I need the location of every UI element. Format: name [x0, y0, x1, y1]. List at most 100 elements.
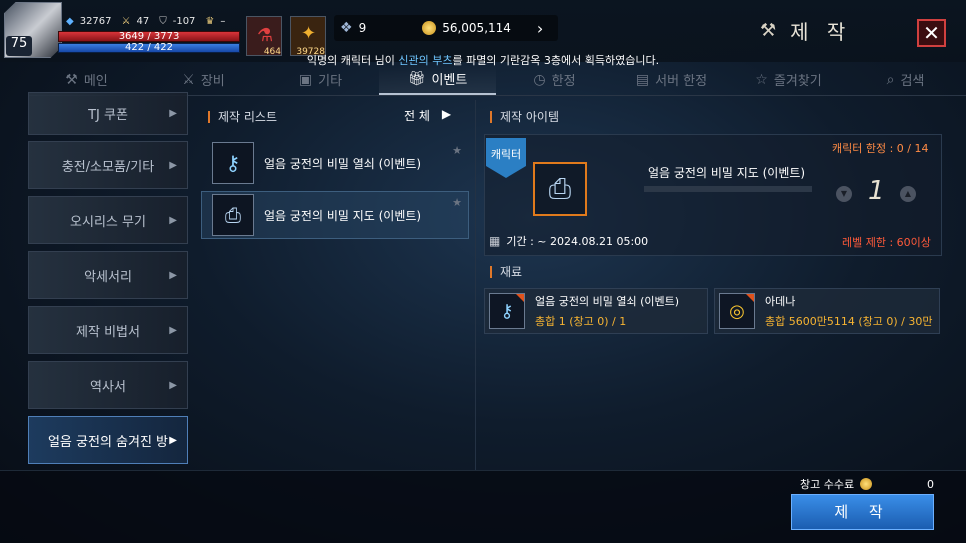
- sidebar-item-accessory[interactable]: 악세서리 ▶: [28, 251, 188, 299]
- craft-item-title: 제작 아이템: [500, 110, 560, 124]
- play-arrow-icon: ▶: [441, 107, 452, 121]
- material-info: 아데나 총합 5600만5114 (창고 0) / 30만: [765, 293, 932, 329]
- material-name: 아데나: [765, 295, 796, 308]
- tab-favorites[interactable]: ☆ 즐겨찾기: [730, 65, 847, 95]
- tab-event[interactable]: 🎁︎ 이벤트: [379, 64, 496, 95]
- tab-etc[interactable]: ▣ 기타: [262, 65, 379, 95]
- craft-item-name: 얼음 궁전의 비밀 지도 (이벤트): [648, 166, 806, 180]
- swords-icon: ⚔: [182, 71, 195, 88]
- server-icon: ▤: [635, 71, 650, 88]
- favorite-star-icon[interactable]: ★: [452, 196, 462, 209]
- chevron-right-icon: ▶: [169, 379, 177, 391]
- sidebar-item-ice-palace-room[interactable]: 얼음 궁전의 숨겨진 방 ▶: [28, 416, 188, 464]
- list-item-name: 얼음 궁전의 비밀 열쇠 (이벤트): [264, 156, 422, 171]
- tab-label: 장비: [200, 74, 225, 89]
- section-marker: [490, 110, 492, 123]
- period-text: 기간 : ~ 2024.08.21 05:00: [506, 235, 649, 248]
- progress-track: [644, 186, 812, 192]
- trophy-icon: ♛: [205, 15, 215, 27]
- filter-label: 전 체: [404, 109, 430, 123]
- potion-icon: ⚗: [257, 25, 274, 46]
- decrease-button[interactable]: ▼: [836, 186, 852, 202]
- list-item-selected[interactable]: ⎙ 얼음 궁전의 비밀 지도 (이벤트) ★: [201, 191, 469, 239]
- panel-divider: [475, 100, 476, 470]
- sidebar-item-tj-coupon[interactable]: TJ 쿠폰 ▶: [28, 92, 188, 135]
- chevron-right-icon[interactable]: ›: [537, 19, 543, 38]
- material-info: 얼음 궁전의 비밀 열쇠 (이벤트) 총합 1 (창고 0) / 1: [535, 293, 679, 329]
- combat-power-value: 32767: [79, 15, 112, 27]
- storage-fee-label: 창고 수수료: [800, 478, 855, 491]
- flame-icon: ✦: [301, 23, 317, 44]
- key-icon: ⚷: [489, 293, 525, 329]
- anvil-icon: ⚒: [65, 71, 78, 88]
- sidebar-label: 얼음 궁전의 숨겨진 방: [47, 434, 169, 450]
- tab-server-limited[interactable]: ▤ 서버 한정: [613, 65, 730, 95]
- combat-power-icon: ◆: [66, 15, 74, 27]
- sidebar-item-recipe-book[interactable]: 제작 비법서 ▶: [28, 306, 188, 354]
- window-title: ⚒ 제 작: [760, 16, 851, 45]
- favorite-star-icon[interactable]: ★: [452, 144, 462, 157]
- list-item[interactable]: ⚷ 얼음 궁전의 비밀 열쇠 (이벤트) ★: [201, 139, 469, 187]
- hp-bar: 3649 / 3773: [58, 31, 240, 42]
- defense-value: -107: [172, 15, 196, 27]
- gold-coin-icon: [422, 21, 437, 35]
- material-name: 얼음 궁전의 비밀 열쇠 (이벤트): [535, 295, 680, 308]
- storage-fee-value: 0: [927, 477, 934, 491]
- chevron-right-icon: ▶: [169, 214, 177, 226]
- material-count: 총합 1 (창고 0) / 1: [535, 315, 627, 328]
- scroll-icon: ⎙: [533, 162, 587, 216]
- crystal-value: 9: [358, 21, 367, 35]
- tab-label: 검색: [900, 74, 925, 89]
- materials-header: 재료: [490, 263, 522, 280]
- triangle-up-icon: ▲: [904, 189, 912, 198]
- helmet-icon: ⛉: [159, 15, 167, 27]
- crystal-icon: ❖: [340, 20, 353, 36]
- material-item[interactable]: ◎ 아데나 총합 5600만5114 (창고 0) / 30만: [714, 288, 940, 334]
- chevron-right-icon: ▶: [169, 108, 177, 119]
- list-item-name: 얼음 궁전의 비밀 지도 (이벤트): [264, 208, 422, 223]
- increase-button[interactable]: ▲: [900, 186, 916, 202]
- craft-item-header: 제작 아이템: [490, 108, 559, 125]
- sidebar-item-consumables[interactable]: 충전/소모품/기타 ▶: [28, 141, 188, 189]
- filter-dropdown[interactable]: 전 체 ▶: [404, 107, 451, 124]
- materials-title: 재료: [500, 265, 523, 279]
- sidebar-item-history-book[interactable]: 역사서 ▶: [28, 361, 188, 409]
- tab-label: 기타: [318, 74, 343, 89]
- gold-coins-icon: ◎: [719, 293, 755, 329]
- search-icon: ⌕: [886, 71, 895, 88]
- close-icon: ✕: [923, 21, 940, 45]
- craft-button[interactable]: 제 작: [791, 494, 934, 530]
- window-title-text: 제 작: [790, 20, 852, 44]
- triangle-down-icon: ▼: [840, 189, 848, 198]
- gold-value: 56,005,114: [442, 21, 511, 35]
- chevron-right-icon: ▶: [169, 324, 177, 336]
- tab-main[interactable]: ⚒ 메인: [28, 65, 145, 95]
- sidebar-label: 역사서: [90, 379, 126, 395]
- chevron-right-icon: ▶: [169, 434, 177, 446]
- tab-label: 즐겨찾기: [773, 74, 822, 89]
- tab-limited[interactable]: ◷ 한정: [496, 65, 613, 95]
- calendar-icon: ▦: [489, 234, 501, 248]
- material-item[interactable]: ⚷ 얼음 궁전의 비밀 열쇠 (이벤트) 총합 1 (창고 0) / 1: [484, 288, 708, 334]
- gold-coin-icon: [860, 478, 873, 490]
- currency-box: ❖ 9 56,005,114 ›: [334, 15, 558, 41]
- trophy-value: –: [220, 15, 226, 27]
- material-count: 총합 5600만5114 (창고 0) / 30만: [765, 315, 933, 328]
- box-icon: ▣: [298, 71, 313, 88]
- potion-slot[interactable]: ⚗ 464: [246, 16, 282, 57]
- level-limit: 레벨 제한 : 60이상: [842, 236, 931, 249]
- close-button[interactable]: ✕: [917, 19, 946, 47]
- item-slot[interactable]: ✦ 39728: [290, 16, 326, 57]
- tab-search[interactable]: ⌕ 검색: [847, 65, 964, 95]
- sword-icon: ⚔: [121, 15, 131, 27]
- period-row: ▦ 기간 : ~ 2024.08.21 05:00: [489, 233, 648, 249]
- sidebar-item-osiris-weapon[interactable]: 오시리스 무기 ▶: [28, 196, 188, 244]
- chevron-right-icon: ▶: [169, 269, 177, 281]
- tab-label: 이벤트: [431, 73, 468, 88]
- craft-list-title: 제작 리스트: [218, 110, 278, 124]
- gift-icon: 🎁︎: [407, 70, 426, 87]
- storage-fee-row: 창고 수수료 0: [800, 476, 934, 492]
- sidebar-label: TJ 쿠폰: [88, 108, 128, 123]
- tab-equipment[interactable]: ⚔ 장비: [145, 65, 262, 95]
- sidebar-label: 제작 비법서: [76, 324, 140, 340]
